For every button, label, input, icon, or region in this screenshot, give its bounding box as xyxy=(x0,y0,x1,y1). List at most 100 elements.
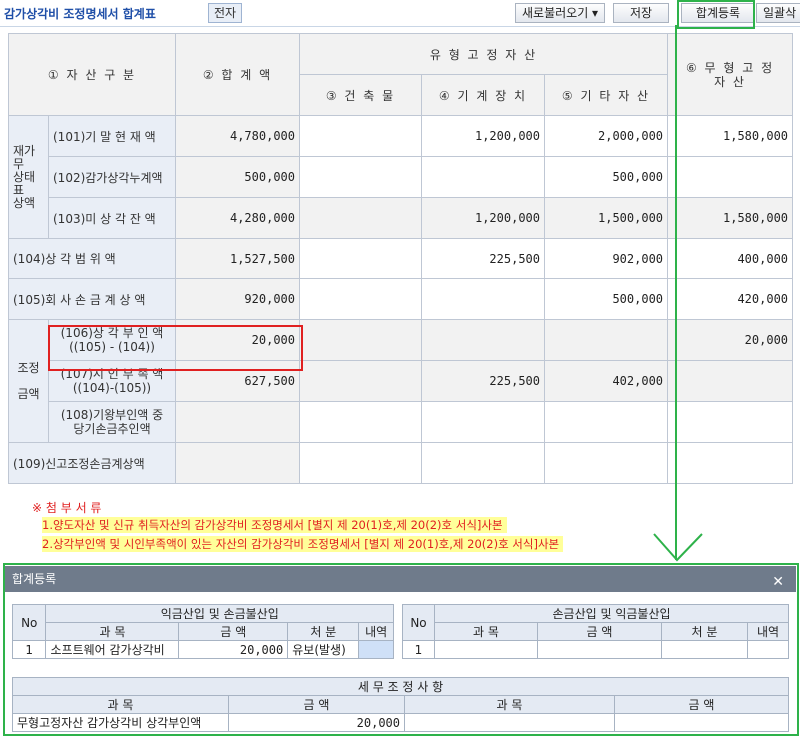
tax-col-subject-2: 과 목 xyxy=(404,695,615,714)
col-header-total: ② 합 계 액 xyxy=(175,33,300,116)
total-register-button[interactable]: 합계등록 xyxy=(681,3,755,23)
cell-102-total[interactable]: 500,000 xyxy=(175,156,300,198)
cell-107-total[interactable]: 627,500 xyxy=(175,360,300,402)
right-row-subject[interactable] xyxy=(434,640,538,659)
col-header-category: ① 자 산 구 분 xyxy=(8,33,176,116)
cell-107-other[interactable]: 402,000 xyxy=(543,360,669,402)
left-col-subject: 과 목 xyxy=(45,622,180,641)
left-row-subject[interactable]: 소프트웨어 감가상각비 xyxy=(45,640,180,659)
left-col-detail: 내역 xyxy=(358,622,394,641)
cell-104-machine[interactable]: 225,500 xyxy=(421,238,545,279)
electronic-tag-button[interactable]: 전자 xyxy=(208,3,243,23)
income-addition-table: No 익금산입 및 손금불산입 과 목 금 액 처 분 내역 1 소프트웨어 감… xyxy=(11,604,394,659)
cell-101-total[interactable]: 4,780,000 xyxy=(175,115,300,157)
cell-106-building[interactable] xyxy=(299,319,422,361)
cell-108-building[interactable] xyxy=(299,401,422,443)
cell-109-total[interactable] xyxy=(175,442,300,484)
bulk-delete-button[interactable]: 일괄삭 xyxy=(756,3,800,23)
cell-108-machine[interactable] xyxy=(421,401,545,443)
left-col-amount: 금 액 xyxy=(178,622,289,641)
cell-105-total[interactable]: 920,000 xyxy=(175,278,300,320)
col-header-other: ⑤ 기 타 자 산 xyxy=(543,74,669,116)
right-row-amount[interactable] xyxy=(537,640,662,659)
left-row-detail[interactable] xyxy=(358,640,394,659)
cell-103-total[interactable]: 4,280,000 xyxy=(175,197,300,239)
cell-109-intangible[interactable] xyxy=(667,442,794,484)
right-col-amount: 금 액 xyxy=(537,622,662,641)
cell-102-intangible[interactable] xyxy=(667,156,794,198)
cell-106-total[interactable]: 20,000 xyxy=(175,319,300,361)
right-col-subject: 과 목 xyxy=(434,622,538,641)
cell-107-machine[interactable]: 225,500 xyxy=(421,360,545,402)
left-row-no: 1 xyxy=(11,640,47,659)
tax-col-amount-1: 금 액 xyxy=(228,695,405,714)
left-row-amount[interactable]: 20,000 xyxy=(178,640,289,659)
cell-105-building[interactable] xyxy=(299,278,422,320)
cell-101-intangible[interactable]: 1,580,000 xyxy=(667,115,794,157)
cell-104-other[interactable]: 902,000 xyxy=(543,238,669,279)
cell-105-other[interactable]: 500,000 xyxy=(543,278,669,320)
cell-101-building[interactable] xyxy=(299,115,422,157)
left-col-disposal: 처 분 xyxy=(287,622,360,641)
cell-103-building[interactable] xyxy=(299,197,422,239)
cell-109-building[interactable] xyxy=(299,442,422,484)
row-label-101: (101)기 말 현 재 액 xyxy=(48,115,176,157)
row-group-financial-statement: 재가 무 상태 표 상액 xyxy=(8,115,49,239)
row-label-103: (103)미 상 각 잔 액 xyxy=(48,197,176,239)
right-row-detail[interactable] xyxy=(746,640,790,659)
right-row-disposal[interactable] xyxy=(661,640,748,659)
cell-109-machine[interactable] xyxy=(421,442,545,484)
tax-col-amount-2: 금 액 xyxy=(613,695,790,714)
cell-106-intangible[interactable]: 20,000 xyxy=(667,319,794,361)
tax-row-amount-2[interactable] xyxy=(613,713,790,732)
notes-line-2: 2.상각부인액 및 시인부족액이 있는 자산의 감가상각비 조정명세서 [별지 … xyxy=(42,536,564,552)
cell-103-intangible[interactable]: 1,580,000 xyxy=(667,197,794,239)
tax-row-subject[interactable]: 무형고정자산 감가상각비 상각부인액 xyxy=(12,713,229,732)
cell-104-total[interactable]: 1,527,500 xyxy=(175,238,300,279)
left-row-disposal[interactable]: 유보(발생) xyxy=(287,640,360,659)
right-col-disposal: 처 분 xyxy=(661,622,748,641)
cell-108-total[interactable] xyxy=(175,401,300,443)
dialog-title: 합계등록 xyxy=(12,572,57,586)
total-register-dialog: 합계등록 ✕ No 익금산입 및 손금불산입 과 목 금 액 처 분 내역 1 … xyxy=(4,566,796,734)
expense-addition-table: No 손금산입 및 익금불산입 과 목 금 액 처 분 내역 1 xyxy=(402,604,790,659)
col-header-tangible: 유 형 고 정 자 산 xyxy=(298,33,669,75)
tax-col-subject-1: 과 목 xyxy=(12,695,229,714)
save-button[interactable]: 저장 xyxy=(613,3,669,23)
cell-107-intangible[interactable] xyxy=(667,360,794,402)
cell-104-building[interactable] xyxy=(299,238,422,279)
cell-105-machine[interactable] xyxy=(421,278,545,320)
tax-group-header: 세 무 조 정 사 항 xyxy=(11,677,790,696)
row-label-106: (106)상 각 부 인 액 ((105) - (104)) xyxy=(48,319,176,361)
right-no-header: No xyxy=(402,604,435,641)
cell-108-other[interactable] xyxy=(543,401,669,443)
cell-103-other[interactable]: 1,500,000 xyxy=(543,197,669,239)
row-group-adjustment: 조정 금액 xyxy=(8,319,49,443)
tax-row-amount[interactable]: 20,000 xyxy=(228,713,405,732)
cell-108-intangible[interactable] xyxy=(667,401,794,443)
reload-dropdown-button[interactable]: 새로불러오기 ▾ xyxy=(515,3,606,23)
cell-106-machine[interactable] xyxy=(421,319,545,361)
cell-102-building[interactable] xyxy=(299,156,422,198)
cell-103-machine[interactable]: 1,200,000 xyxy=(421,197,545,239)
cell-102-other[interactable]: 500,000 xyxy=(543,156,669,198)
cell-107-building[interactable] xyxy=(299,360,422,402)
depreciation-summary-table: ① 자 산 구 분 ② 합 계 액 유 형 고 정 자 산 ⑥ 무 형 고 정 … xyxy=(8,33,794,484)
cell-105-intangible[interactable]: 420,000 xyxy=(667,278,794,320)
cell-102-machine[interactable] xyxy=(421,156,545,198)
dialog-header: 합계등록 ✕ xyxy=(4,566,796,592)
cell-109-other[interactable] xyxy=(543,442,669,484)
col-header-building: ③ 건 축 물 xyxy=(299,74,422,116)
left-no-header: No xyxy=(11,604,47,641)
cell-106-other[interactable] xyxy=(543,319,669,361)
left-group-header: 익금산입 및 손금불산입 xyxy=(45,604,394,623)
close-icon[interactable]: ✕ xyxy=(772,569,784,595)
row-label-104: (104)상 각 범 위 액 xyxy=(8,238,176,279)
cell-101-machine[interactable]: 1,200,000 xyxy=(421,115,545,157)
notes-line-1: 1.양도자산 및 신규 취득자산의 감가상각비 조정명세서 [별지 제 20(1… xyxy=(42,517,507,533)
cell-101-other[interactable]: 2,000,000 xyxy=(543,115,669,157)
cell-104-intangible[interactable]: 400,000 xyxy=(667,238,794,279)
row-label-109: (109)신고조정손금계상액 xyxy=(8,442,176,484)
tax-row-subject-2[interactable] xyxy=(404,713,615,732)
right-row-no: 1 xyxy=(402,640,435,659)
